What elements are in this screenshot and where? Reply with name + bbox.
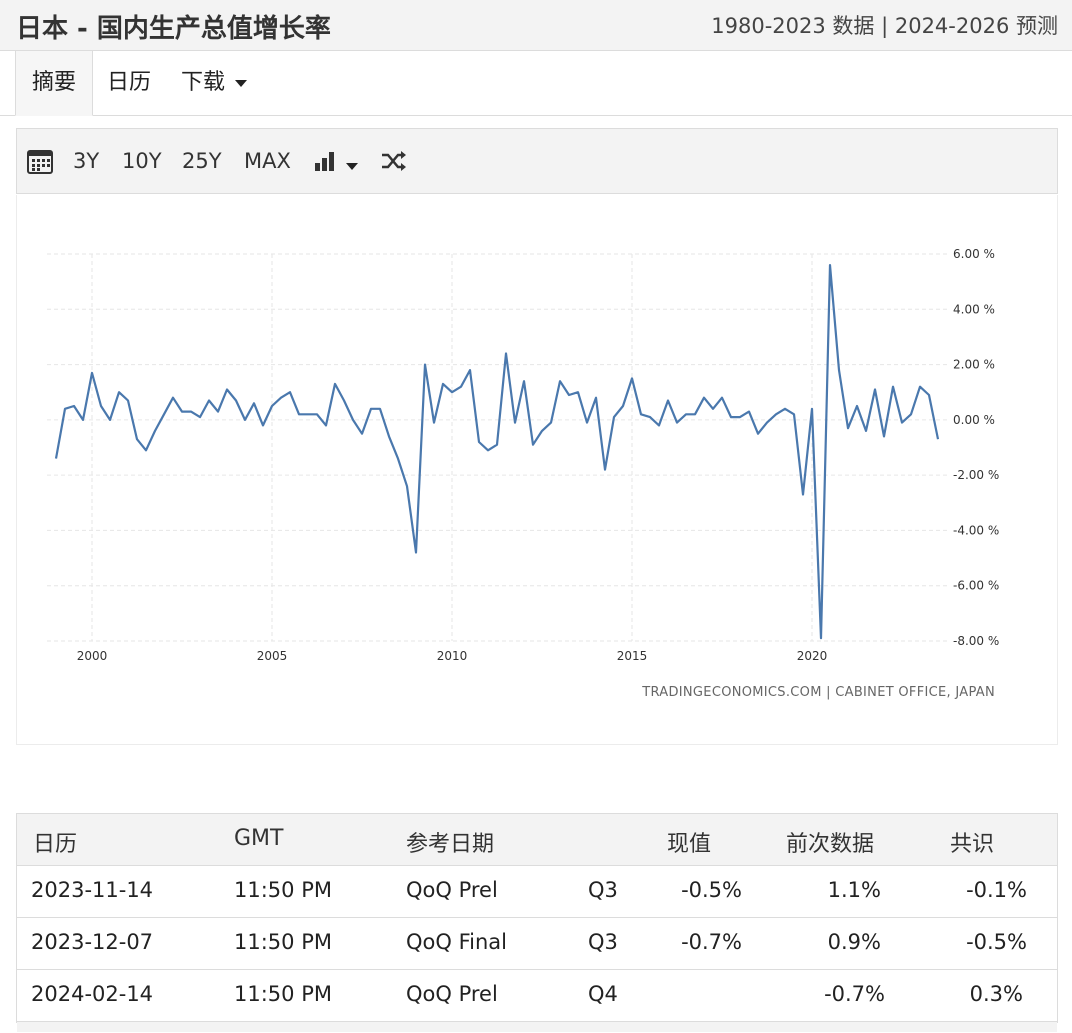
cell-reference: QoQ Prel [406,982,498,1006]
y-tick-label: 4.00 % [953,302,995,316]
cell-previous: 1.1% [827,878,881,902]
calendar-icon[interactable] [27,129,53,193]
col-header-actual: 现值 [667,832,712,857]
chart-type-dropdown[interactable] [314,129,358,193]
x-tick-label: 2020 [797,649,828,663]
gdp-growth-series-line [54,263,940,640]
range-10y-button[interactable]: 10Y [122,129,162,193]
col-header-calendar: 日历 [33,832,78,857]
data-range-subtitle: 1980-2023 数据 | 2024-2026 预测 [711,14,1058,38]
y-tick-label: 6.00 % [953,247,995,261]
cell-actual: -0.5% [681,878,742,902]
table-header-row: 日历 GMT 参考日期 现值 前次数据 共识 [17,814,1057,866]
y-tick-label: -4.00 % [953,523,999,537]
tab-download-label: 下载 [181,70,226,95]
tab-calendar-label: 日历 [107,70,152,95]
cell-quarter: Q3 [588,878,618,902]
cell-actual: -0.7% [681,930,742,954]
y-tick-label: -8.00 % [953,634,999,648]
x-tick-label: 2000 [77,649,108,663]
chevron-down-icon [346,162,358,170]
table-footer [17,1022,1057,1032]
col-header-reference: 参考日期 [406,832,495,857]
chart-container: 6.00 % 4.00 % 2.00 % 0.00 % -2.00 % -4.00 % -6… [16,195,1058,745]
col-header-consensus: 共识 [950,832,995,857]
gdp-growth-line-chart: 6.00 % 4.00 % 2.00 % 0.00 % -2.00 % -4.00 % -6… [47,247,999,663]
cell-date: 2023-11-14 [31,878,154,902]
table-row[interactable]: 2023-12-07 11:50 PM QoQ Final Q3 -0.7% 0… [17,918,1057,970]
chart-toolbar: 3Y 10Y 25Y MAX [16,128,1058,194]
tab-download[interactable]: 下载 [181,51,248,115]
chevron-down-icon [235,79,248,87]
cell-quarter: Q3 [588,930,618,954]
calendar-table: 日历 GMT 参考日期 现值 前次数据 共识 2023-11-14 11:50 … [16,813,1058,1032]
table-row[interactable]: 2024-02-14 11:50 PM QoQ Prel Q4 -0.7% 0.… [17,970,1057,1022]
x-tick-label: 2005 [257,649,288,663]
tab-calendar[interactable]: 日历 [107,51,151,115]
chart-source-label: TRADINGECONOMICS.COM | CABINET OFFICE, J… [642,685,995,700]
range-3y-button[interactable]: 3Y [73,129,99,193]
y-tick-label: 2.00 % [953,358,995,372]
x-tick-label: 2010 [437,649,468,663]
cell-reference: QoQ Prel [406,878,498,902]
cell-consensus: 0.3% [969,982,1023,1006]
col-header-gmt: GMT [234,826,284,851]
cell-reference: QoQ Final [406,930,507,954]
col-header-previous: 前次数据 [786,832,875,857]
table-row[interactable]: 2023-11-14 11:50 PM QoQ Prel Q3 -0.5% 1.… [17,866,1057,918]
bar-chart-icon [315,152,334,171]
cell-consensus: -0.5% [966,930,1027,954]
range-max-button[interactable]: MAX [244,129,291,193]
range-25y-button[interactable]: 25Y [182,129,222,193]
tab-summary[interactable]: 摘要 [15,51,93,116]
cell-time: 11:50 PM [234,930,332,954]
cell-time: 11:50 PM [234,878,332,902]
x-tick-label: 2015 [617,649,648,663]
cell-time: 11:50 PM [234,982,332,1006]
cell-date: 2023-12-07 [31,930,154,954]
cell-quarter: Q4 [588,982,618,1006]
page-header: 日本 - 国内生产总值增长率 1980-2023 数据 | 2024-2026 … [0,0,1072,51]
tab-summary-label: 摘要 [31,70,76,95]
cell-date: 2024-02-14 [31,982,154,1006]
shuffle-icon[interactable] [381,129,407,193]
y-tick-label: 0.00 % [953,413,995,427]
y-tick-label: -2.00 % [953,468,999,482]
cell-previous: 0.9% [827,930,881,954]
y-tick-label: -6.00 % [953,579,999,593]
cell-previous: -0.7% [824,982,885,1006]
tab-bar: 摘要 日历 下载 [0,51,1072,116]
cell-consensus: -0.1% [966,878,1027,902]
page-title: 日本 - 国内生产总值增长率 [16,14,331,44]
